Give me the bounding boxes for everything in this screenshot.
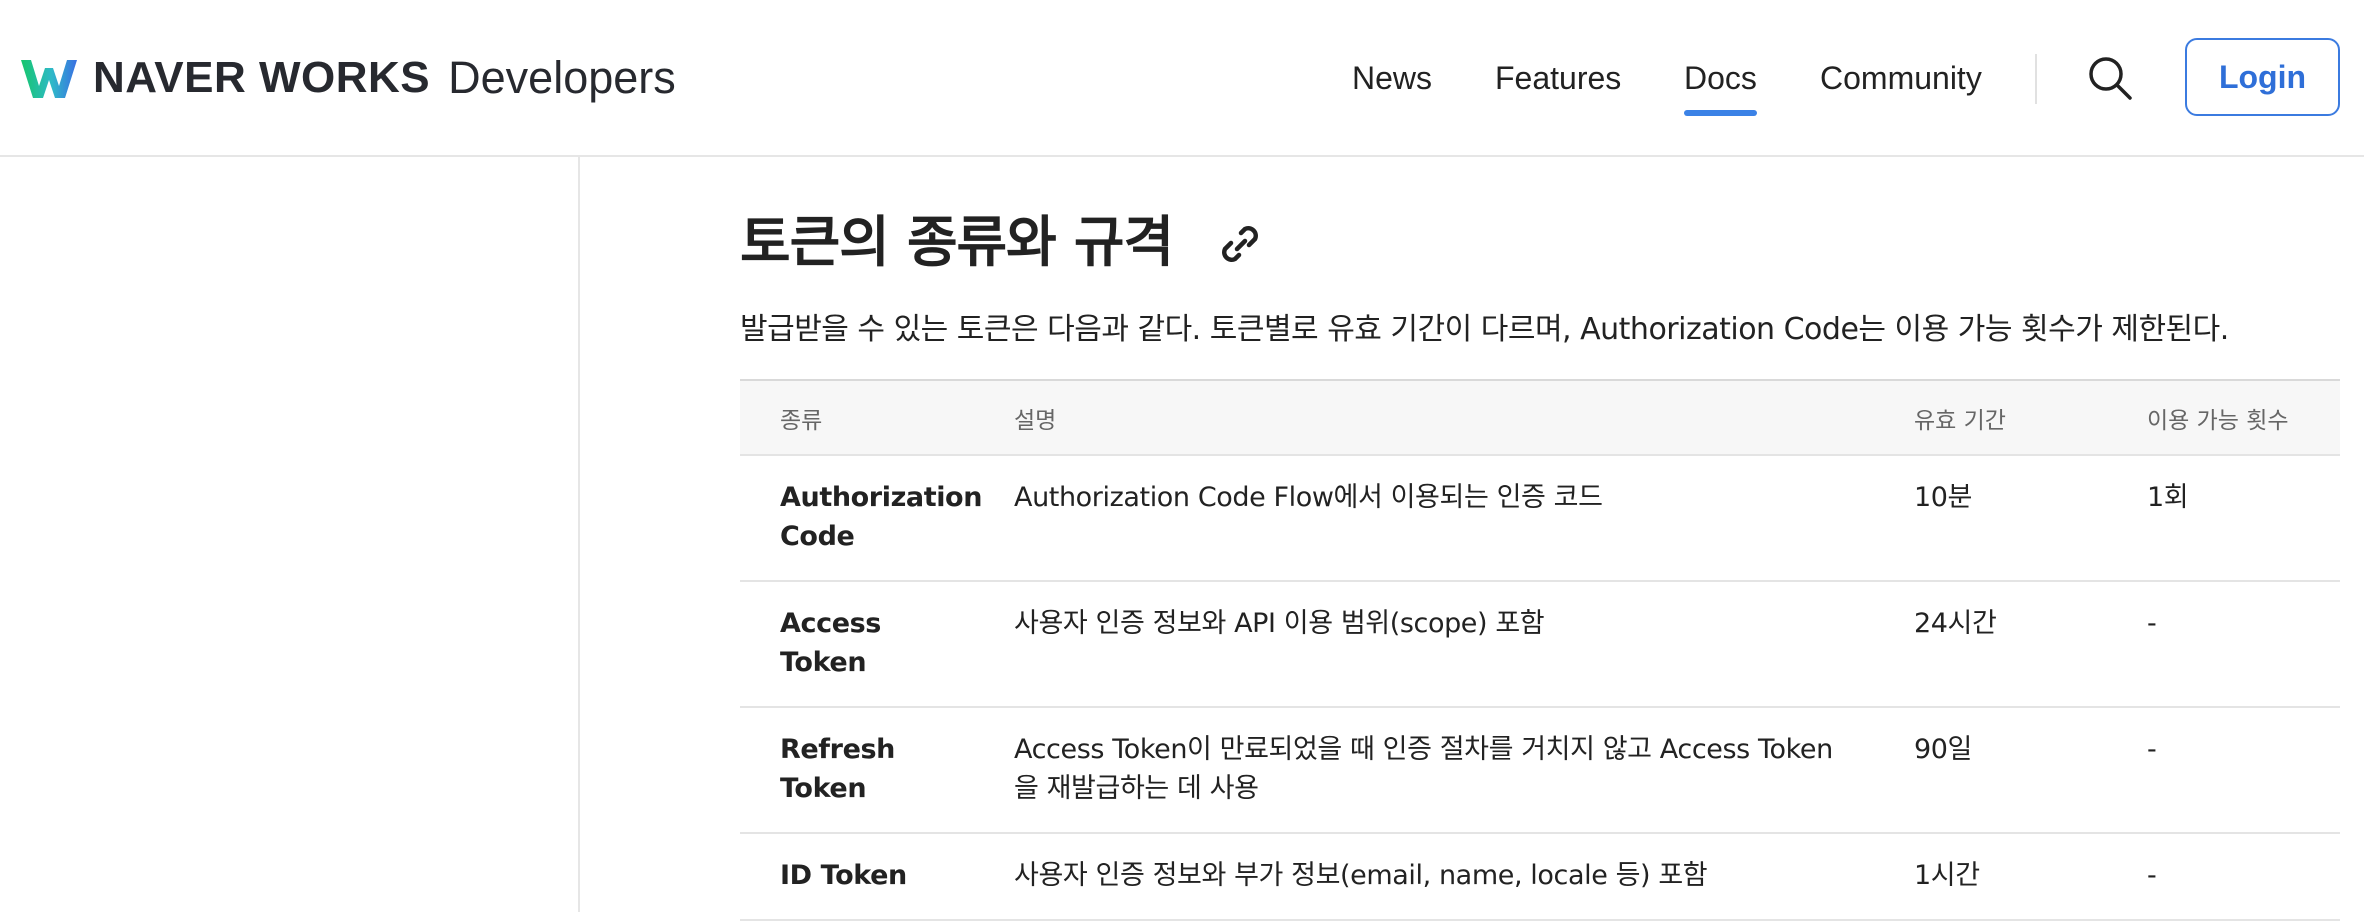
- section-title: 토큰의 종류와 규격: [740, 210, 1174, 274]
- table-row: Refresh Token Access Token이 만료되었을 때 인증 절…: [740, 707, 2340, 834]
- token-validity-cell: 1시간: [1874, 833, 2107, 921]
- nav-item-docs[interactable]: Docs: [1684, 56, 1757, 116]
- token-validity-cell: 10분: [1874, 455, 2107, 582]
- section-anchor-link[interactable]: [1215, 219, 1265, 269]
- token-count-cell: -: [2107, 833, 2340, 921]
- nav-divider: [2035, 54, 2037, 104]
- token-count-cell: 1회: [2107, 455, 2340, 582]
- token-description-cell: Access Token이 만료되었을 때 인증 절차를 거치지 않고 Acce…: [974, 707, 1874, 834]
- token-count-cell: -: [2107, 707, 2340, 834]
- token-type-cell: Authorization Code: [740, 455, 982, 582]
- table-row: ID Token 사용자 인증 정보와 부가 정보(email, name, l…: [740, 833, 2340, 921]
- token-count-cell: -: [2107, 581, 2340, 708]
- token-type-cell: Access Token: [740, 581, 974, 708]
- column-header-validity: 유효 기간: [1874, 379, 2107, 456]
- nav-item-news[interactable]: News: [1352, 56, 1432, 100]
- table-header-row: 종류 설명 유효 기간 이용 가능 횟수: [740, 379, 2340, 456]
- column-header-description: 설명: [974, 379, 1874, 456]
- site-header: NAVER WORKS Developers News Features Doc…: [0, 0, 2364, 157]
- section-intro: 발급받을 수 있는 토큰은 다음과 같다. 토큰별로 유효 기간이 다르며, A…: [740, 312, 2229, 347]
- token-type-cell: ID Token: [740, 833, 974, 921]
- token-spec-table: 종류 설명 유효 기간 이용 가능 횟수 Authorization Code …: [740, 379, 2340, 921]
- token-validity-cell: 90일: [1874, 707, 2107, 834]
- brand-subtitle: Developers: [448, 52, 676, 103]
- column-header-type: 종류: [740, 379, 974, 456]
- docs-sidebar: [0, 157, 580, 912]
- table-row: Authorization Code Authorization Code Fl…: [740, 455, 2340, 582]
- table-row: Access Token 사용자 인증 정보와 API 이용 범위(scope)…: [740, 581, 2340, 708]
- token-description-cell: 사용자 인증 정보와 API 이용 범위(scope) 포함: [974, 581, 1874, 708]
- nav-item-community[interactable]: Community: [1820, 56, 1982, 100]
- naver-works-developers-logo[interactable]: NAVER WORKS Developers: [19, 52, 676, 104]
- token-description-cell: 사용자 인증 정보와 부가 정보(email, name, locale 등) …: [974, 833, 1874, 921]
- nav-item-features[interactable]: Features: [1495, 56, 1621, 100]
- link-icon: [1222, 226, 1258, 262]
- search-button[interactable]: [2085, 53, 2135, 103]
- token-type-cell: Refresh Token: [740, 707, 974, 834]
- naver-works-logo-icon: [21, 60, 77, 98]
- search-icon: [2089, 57, 2132, 100]
- column-header-count: 이용 가능 횟수: [2107, 379, 2340, 456]
- token-validity-cell: 24시간: [1874, 581, 2107, 708]
- brand-name: NAVER WORKS: [93, 53, 431, 102]
- login-button[interactable]: Login: [2185, 38, 2340, 116]
- token-description-cell: Authorization Code Flow에서 이용되는 인증 코드: [974, 455, 1874, 582]
